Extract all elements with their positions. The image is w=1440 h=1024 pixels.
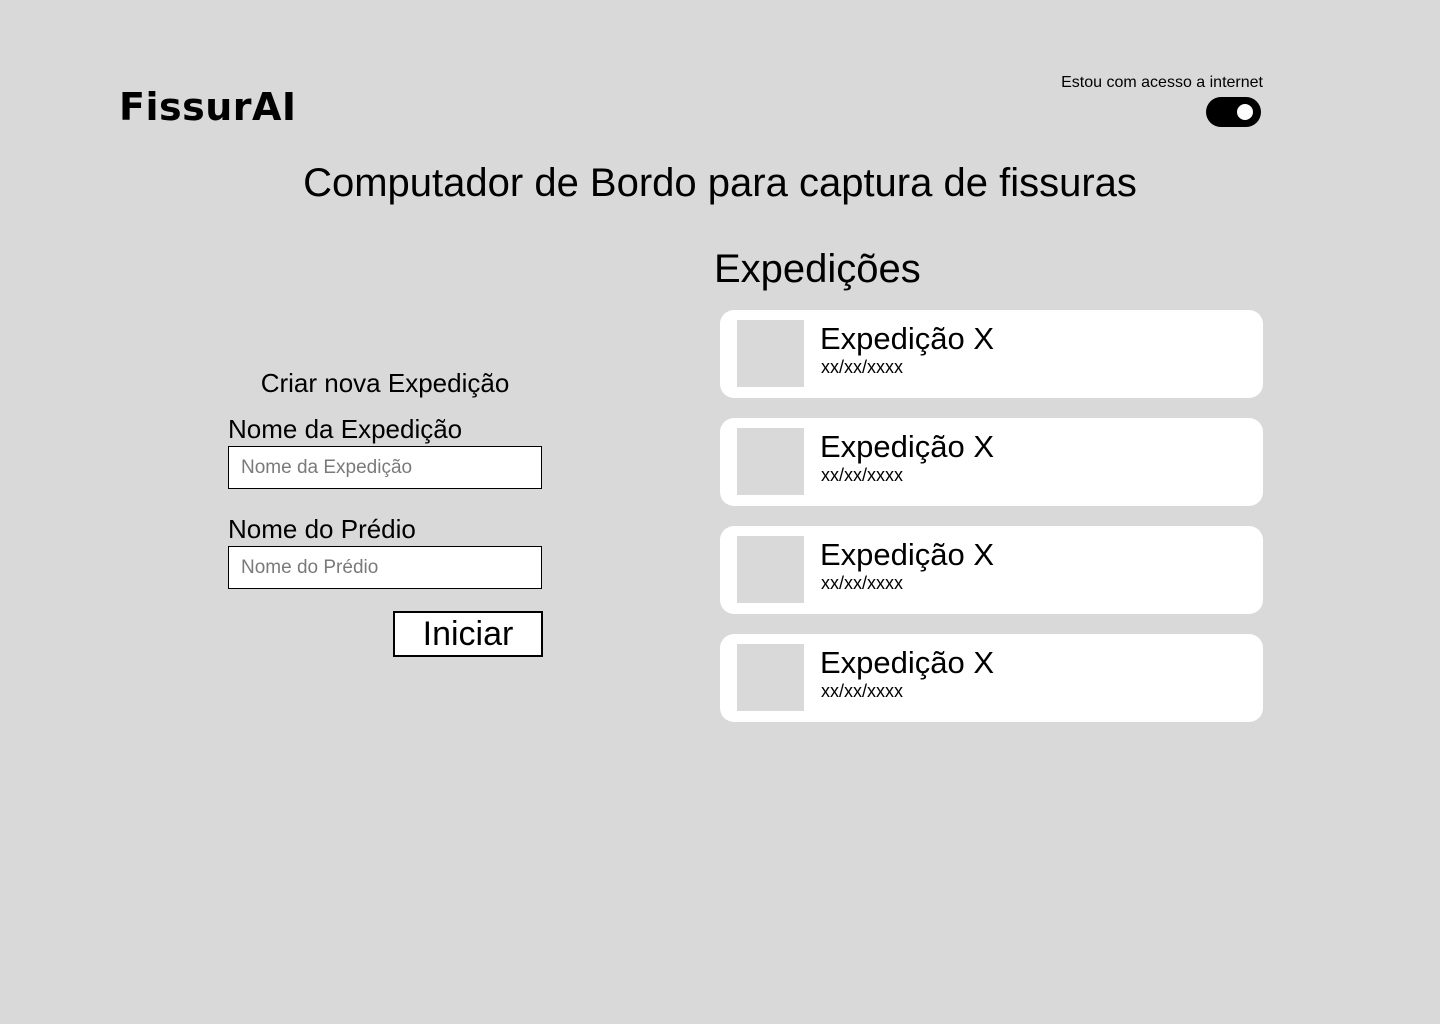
expedition-card[interactable]: Expedição X xx/xx/xxxx [720, 526, 1263, 614]
expedition-name-input[interactable] [228, 446, 542, 489]
internet-access-toggle[interactable] [1206, 97, 1261, 127]
building-name-input[interactable] [228, 546, 542, 589]
expedition-thumbnail [737, 320, 804, 387]
expedition-thumbnail [737, 536, 804, 603]
expeditions-title: Expedições [714, 247, 921, 291]
toggle-knob [1237, 104, 1253, 120]
expedition-card[interactable]: Expedição X xx/xx/xxxx [720, 418, 1263, 506]
expedition-name: Expedição X [820, 645, 995, 680]
expedition-thumbnail [737, 644, 804, 711]
expedition-name: Expedição X [820, 321, 995, 356]
expedition-list: Expedição X xx/xx/xxxx Expedição X xx/xx… [720, 310, 1263, 742]
expedition-card[interactable]: Expedição X xx/xx/xxxx [720, 634, 1263, 722]
expedition-date: xx/xx/xxxx [821, 681, 904, 701]
building-name-label: Nome do Prédio [228, 514, 416, 544]
expedition-name: Expedição X [820, 537, 995, 572]
app-logo: FissurAI [119, 85, 297, 129]
expedition-name: Expedição X [820, 429, 995, 464]
expedition-name-label: Nome da Expedição [228, 414, 463, 444]
expedition-card[interactable]: Expedição X xx/xx/xxxx [720, 310, 1263, 398]
start-button[interactable]: Iniciar [393, 611, 543, 657]
expedition-date: xx/xx/xxxx [821, 573, 904, 593]
form-title: Criar nova Expedição [260, 368, 510, 398]
page-title: Computador de Bordo para captura de fiss… [303, 161, 1137, 205]
expedition-date: xx/xx/xxxx [821, 357, 904, 377]
expedition-thumbnail [737, 428, 804, 495]
expedition-date: xx/xx/xxxx [821, 465, 904, 485]
internet-access-label: Estou com acesso a internet [1061, 74, 1263, 91]
